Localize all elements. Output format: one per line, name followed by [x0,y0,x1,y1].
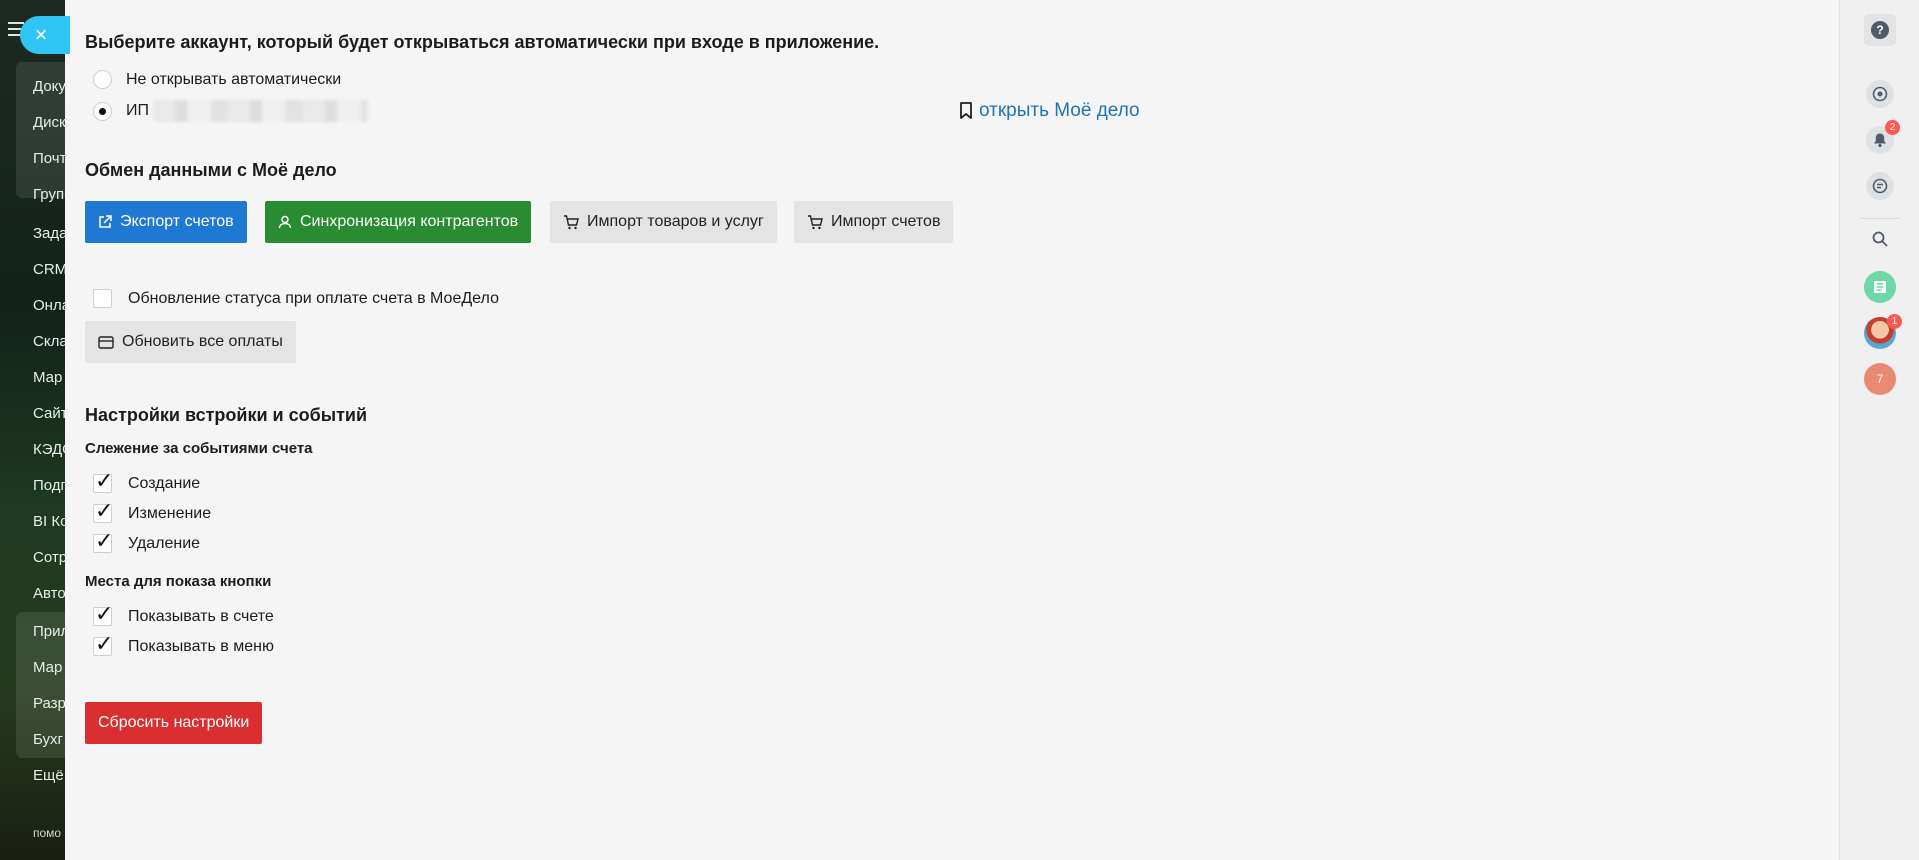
checkbox-label: Показывать в счете [128,607,274,625]
reset-settings-button[interactable]: Сбросить настройки [85,702,263,744]
radio-label: ИП [126,102,149,119]
sidebar-item[interactable]: Сотр [33,549,66,566]
sidebar-item[interactable]: Разр [33,695,66,712]
checkbox-label: Удаление [128,534,201,552]
background-sidebar: Доку Диск Почт Груп Зада CRM Онла Скла Мар Сайт КЭ… [0,0,66,860]
search-button[interactable] [1864,223,1896,255]
sidebar-item[interactable]: CRM [33,261,66,278]
sidebar-item[interactable]: BI Ко [33,513,66,530]
radio-label: Не открывать автоматически [126,70,342,88]
blurred-account-name [153,100,368,122]
cart-icon [564,214,579,229]
user-icon [278,215,292,229]
sidebar-item[interactable]: Зада [33,225,66,242]
event-create-row[interactable]: Создание [93,469,201,494]
checkbox-label: Изменение [128,504,212,522]
bookmark-icon [960,102,972,119]
radio-account-ip[interactable]: ИП [93,100,368,122]
export-invoices-button[interactable]: Экспорт счетов [85,201,247,243]
sidebar-item[interactable]: Мар [33,369,62,386]
open-moe-delo-link[interactable]: открыть Моё дело [959,100,1140,122]
checkbox-label: Обновление статуса при оплате счета в Мо… [128,289,499,307]
checkbox-label: Создание [128,474,201,492]
search-icon [1872,231,1888,247]
sidebar-item[interactable]: Доку [33,78,66,95]
event-update-checkbox[interactable] [93,499,113,524]
divider [1860,218,1900,219]
open-link-label: открыть Моё дело [979,100,1140,121]
sync-label: Синхронизация контрагентов [300,213,519,230]
help-icon: ? [1871,21,1889,39]
sidebar-item[interactable]: Мар [33,659,62,676]
update-payments-label: Обновить все оплаты [122,333,283,350]
events-title: Слежение за событиями счета [85,440,313,457]
credit-card-icon [98,335,114,349]
sidebar-item[interactable]: Сайт [33,405,66,422]
close-icon[interactable]: × [20,16,70,54]
newspaper-icon [1864,271,1896,303]
sync-contractors-button[interactable]: Синхронизация контрагентов [265,201,532,243]
settings-title: Настройки встройки и событий [85,405,368,425]
sidebar-item[interactable]: Авто [33,585,66,602]
place-menu-checkbox[interactable] [93,632,113,657]
exchange-title: Обмен данными с Моё дело [85,160,337,180]
copilot-button[interactable] [1864,78,1896,110]
account-title: Выберите аккаунт, который будет открыват… [85,32,880,52]
external-link-icon [99,215,112,228]
right-toolbar: ? 2 1 7 [1839,0,1919,860]
event-delete-checkbox[interactable] [93,529,113,554]
help-button[interactable]: ? [1864,14,1896,46]
sidebar-item[interactable]: Онла [33,297,66,314]
radio-button-selected[interactable] [93,101,112,121]
sidebar-item[interactable]: Бухг [33,731,63,748]
import-goods-button[interactable]: Импорт товаров и услуг [550,201,777,243]
sidebar-item[interactable]: Подп [33,477,66,494]
place-invoice-row[interactable]: Показывать в счете [93,602,274,627]
avatar-badge: 1 [1887,314,1902,329]
notifications-button[interactable]: 2 [1864,120,1900,156]
checkbox-label: Показывать в меню [128,637,274,655]
user-avatar-button[interactable]: 1 [1864,314,1902,349]
event-create-checkbox[interactable] [93,469,113,494]
import-invoices-label: Импорт счетов [831,213,941,230]
sidebar-item[interactable]: Груп [33,186,64,203]
counter-avatar: 7 [1864,363,1896,395]
sidebar-item[interactable]: Прил [33,623,66,640]
place-invoice-checkbox[interactable] [93,602,113,627]
event-update-row[interactable]: Изменение [93,499,212,524]
sidebar-item[interactable]: КЭДО [33,441,66,458]
chat-icon [1866,172,1894,200]
sidebar-item[interactable]: Почт [33,150,66,167]
sidebar-item[interactable]: Диск [33,114,66,131]
event-delete-row[interactable]: Удаление [93,529,201,554]
places-title: Места для показа кнопки [85,573,272,590]
chat-button[interactable] [1864,170,1896,202]
radio-no-auto-open[interactable]: Не открывать автоматически [93,70,341,89]
counter-button[interactable]: 7 [1864,363,1896,395]
sidebar-item[interactable]: Скла [33,333,66,350]
notifications-badge: 2 [1885,120,1900,135]
status-update-checkbox[interactable] [93,289,112,308]
copilot-icon [1866,80,1894,108]
sidebar-item[interactable]: Ещё [33,767,64,784]
place-menu-row[interactable]: Показывать в меню [93,632,274,657]
radio-button[interactable] [93,70,112,89]
news-button[interactable] [1864,271,1896,303]
status-update-checkbox-row[interactable]: Обновление статуса при оплате счета в Мо… [93,289,499,308]
settings-panel: Выберите аккаунт, который будет открыват… [65,0,1839,860]
import-invoices-button[interactable]: Импорт счетов [794,201,954,243]
import-goods-label: Импорт товаров и услуг [587,213,764,230]
sidebar-help-text[interactable]: помо [33,826,61,840]
cart-icon [808,214,823,229]
export-label: Экспорт счетов [120,213,234,230]
update-payments-button[interactable]: Обновить все оплаты [85,321,296,363]
